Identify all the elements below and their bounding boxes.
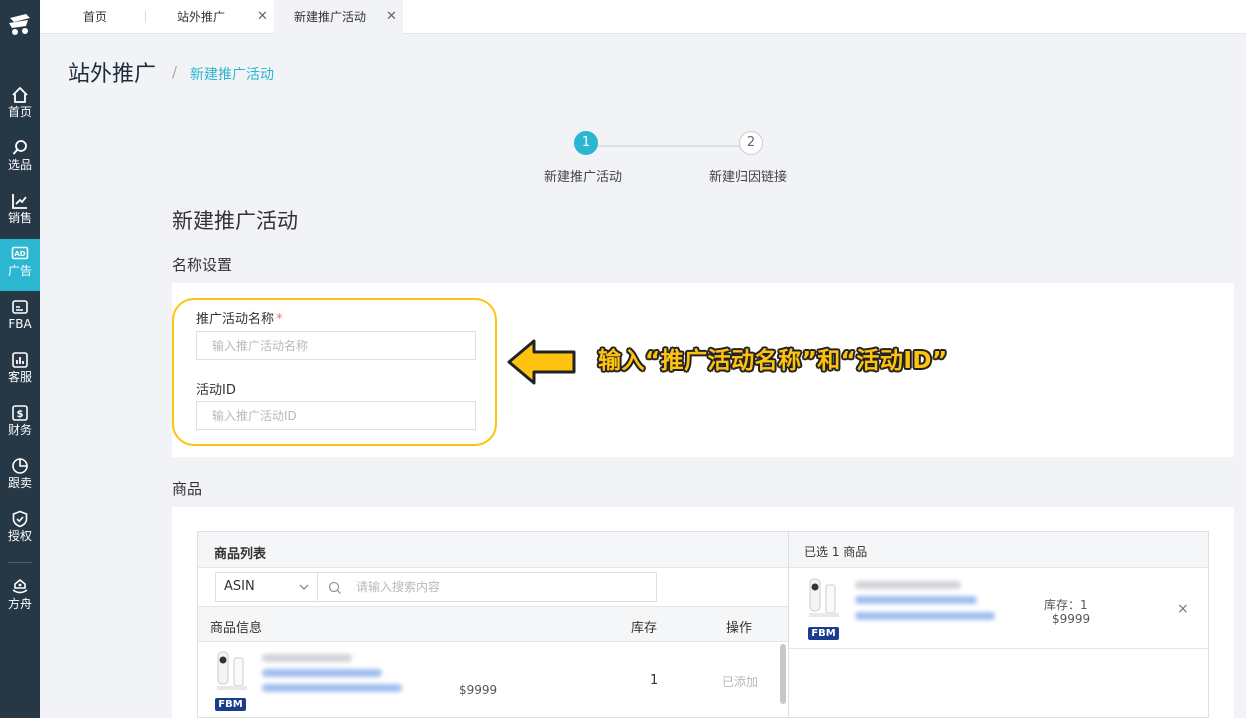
svg-text:AD: AD xyxy=(14,250,25,258)
sidebar-item-product-selection[interactable]: 选品 xyxy=(0,133,40,185)
sidebar-item-label: 客服 xyxy=(7,370,32,384)
dollar-icon: $ xyxy=(12,405,28,421)
product-list-title: 商品列表 xyxy=(214,547,267,562)
sidebar-item-label: 销售 xyxy=(7,211,32,225)
search-icon xyxy=(12,140,27,155)
ark-icon xyxy=(12,578,28,594)
search-type-value: ASIN xyxy=(224,579,255,594)
step-connector xyxy=(598,145,740,147)
fbm-badge: FBM xyxy=(808,627,839,640)
page-title: 站外推广 xyxy=(68,62,157,87)
product-asin-redacted xyxy=(855,596,977,604)
name-settings-heading: 名称设置 xyxy=(172,256,233,274)
breadcrumb-separator: / xyxy=(172,63,178,81)
sidebar-item-ads[interactable]: AD 广告 xyxy=(0,239,40,291)
close-icon[interactable]: ✕ xyxy=(257,0,268,34)
column-header-product-info: 商品信息 xyxy=(210,621,263,636)
search-icon xyxy=(328,581,341,594)
sidebar-divider xyxy=(8,562,32,563)
selected-stock: 库存：1 xyxy=(1044,598,1088,612)
product-asin-redacted xyxy=(262,669,382,677)
sidebar-item-label: 广告 xyxy=(7,264,32,278)
ad-icon: AD xyxy=(11,246,29,260)
product-thumbnail xyxy=(217,651,247,690)
breadcrumb-current: 新建推广活动 xyxy=(190,67,274,83)
sidebar-item-ark[interactable]: 方舟 xyxy=(0,572,40,624)
column-header-stock: 库存 xyxy=(631,621,658,636)
sidebar-item-finance[interactable]: $ 财务 xyxy=(0,398,40,450)
annotation-arrow-icon xyxy=(507,339,576,385)
sidebar-item-authorization[interactable]: 授权 xyxy=(0,504,40,556)
column-header-action: 操作 xyxy=(726,621,753,636)
pie-chart-icon xyxy=(12,458,28,474)
fba-box-icon xyxy=(12,300,28,314)
sidebar-item-label: 跟卖 xyxy=(7,476,32,490)
sidebar-item-fba[interactable]: FBA xyxy=(0,292,40,344)
sidebar-item-label: 财务 xyxy=(7,423,32,437)
annotation-callout-text: 输入“推广活动名称”和“活动ID” xyxy=(598,348,948,374)
sidebar: 首页 选品 销售 AD 广告 FBA 客服 $ 财务 跟卖 授权 方舟 xyxy=(0,0,40,718)
step-1-indicator: 1 xyxy=(574,131,598,155)
tab-home[interactable]: 首页 xyxy=(40,0,145,34)
product-selector: 商品列表 已选 1 商品 ASIN 商品信息 库存 操作 FBM $9999 1 xyxy=(197,531,1209,718)
close-icon[interactable]: ✕ xyxy=(386,0,397,34)
step-1-label: 新建推广活动 xyxy=(544,170,623,185)
product-list-header: 商品列表 xyxy=(198,532,788,568)
step-2-indicator: 2 xyxy=(739,131,763,155)
remove-product-icon[interactable]: × xyxy=(1177,601,1189,617)
sidebar-item-label: 选品 xyxy=(7,158,32,172)
product-price: $9999 xyxy=(459,683,498,697)
added-status: 已添加 xyxy=(722,675,759,689)
sidebar-item-customer-service[interactable]: 客服 xyxy=(0,345,40,397)
product-search-input[interactable] xyxy=(356,573,646,601)
sidebar-item-sales[interactable]: 销售 xyxy=(0,186,40,238)
selected-price: $9999 xyxy=(1052,612,1091,626)
product-thumbnail xyxy=(809,578,839,617)
tab-new-campaign[interactable]: 新建推广活动 ✕ xyxy=(274,0,403,34)
sidebar-item-follow-sell[interactable]: 跟卖 xyxy=(0,451,40,503)
tab-label: 新建推广活动 xyxy=(294,10,367,24)
chart-line-icon xyxy=(12,194,27,209)
tab-label: 站外推广 xyxy=(177,10,226,24)
selected-product-item: FBM 库存：1 $9999 × xyxy=(789,569,1208,649)
search-type-select[interactable]: ASIN xyxy=(215,572,318,602)
product-stock: 1 xyxy=(650,673,659,688)
svg-text:$: $ xyxy=(17,409,24,420)
selected-products-header: 已选 1 商品 xyxy=(789,532,1208,568)
sidebar-item-label: 授权 xyxy=(7,529,32,543)
sidebar-item-label: FBA xyxy=(8,317,32,331)
home-icon xyxy=(12,86,28,103)
product-title-redacted xyxy=(855,581,961,589)
app-logo-icon[interactable] xyxy=(6,10,34,38)
product-table-header: 商品信息 库存 操作 xyxy=(198,606,788,642)
product-sku-redacted xyxy=(855,612,995,620)
sidebar-item-label: 方舟 xyxy=(7,597,32,611)
tab-offsite-promotion[interactable]: 站外推广 ✕ xyxy=(146,0,274,34)
annotation-highlight-box xyxy=(172,298,497,446)
scrollbar-thumb[interactable] xyxy=(780,644,786,704)
shield-check-icon xyxy=(12,510,28,528)
product-search-box[interactable] xyxy=(317,572,657,602)
bar-chart-icon xyxy=(12,352,28,368)
products-heading: 商品 xyxy=(172,480,203,498)
selected-products-title: 已选 1 商品 xyxy=(804,545,868,559)
step-2-label: 新建归因链接 xyxy=(709,170,788,185)
tab-bar: 首页 站外推广 ✕ 新建推广活动 ✕ xyxy=(40,0,1246,34)
sidebar-item-home[interactable]: 首页 xyxy=(0,80,40,132)
sidebar-item-label: 首页 xyxy=(7,105,32,119)
product-sku-redacted xyxy=(262,684,402,692)
form-title: 新建推广活动 xyxy=(172,209,298,233)
tab-label: 首页 xyxy=(83,10,108,24)
fbm-badge: FBM xyxy=(215,698,246,711)
product-title-redacted xyxy=(262,654,352,662)
